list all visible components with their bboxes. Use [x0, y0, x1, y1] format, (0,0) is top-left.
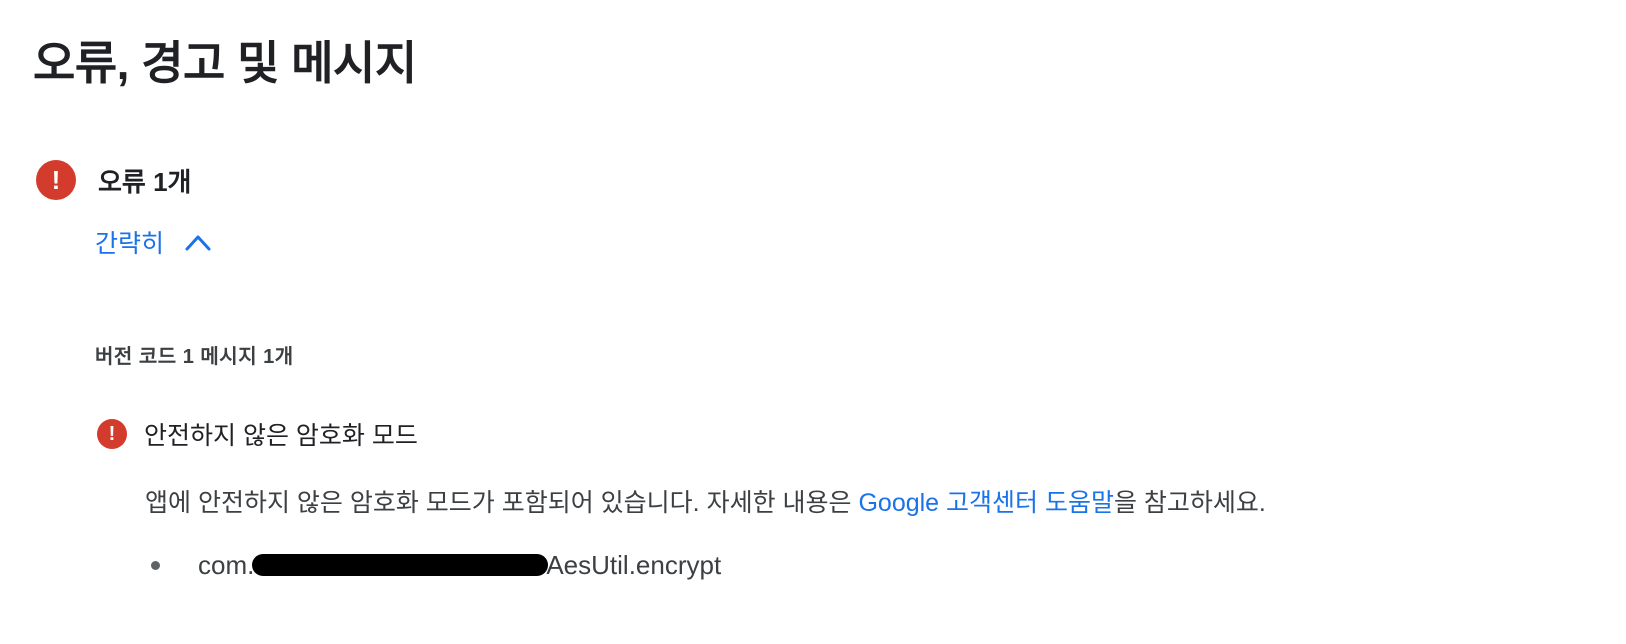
issue-title: 안전하지 않은 암호화 모드	[144, 422, 418, 450]
page-title: 오류, 경고 및 메시지	[33, 37, 417, 89]
issue-detail-list: com. AesUtil.encrypt	[145, 548, 721, 582]
version-code-heading: 버전 코드 1 메시지 1개	[95, 346, 294, 368]
bullet-icon	[151, 560, 160, 570]
error-exclamation-icon: !	[97, 419, 127, 449]
issue-description-prefix: 앱에 안전하지 않은 암호화 모드가 포함되어 있습니다. 자세한 내용은	[145, 489, 859, 517]
class-path-prefix: com.	[198, 549, 255, 580]
redaction-bar	[252, 554, 549, 576]
class-path-suffix: AesUtil.encrypt	[546, 549, 722, 580]
list-item: com. AesUtil.encrypt	[145, 548, 721, 582]
error-exclamation-icon: !	[36, 160, 76, 200]
collapse-toggle-button[interactable]: 간략히	[95, 226, 212, 258]
error-count-header: ! 오류 1개	[36, 160, 191, 200]
chevron-up-icon	[185, 235, 211, 251]
issue-header: ! 안전하지 않은 암호화 모드	[97, 418, 418, 450]
collapse-toggle-label: 간략히	[95, 230, 165, 258]
help-center-link[interactable]: Google 고객센터 도움말	[858, 489, 1114, 517]
issue-description: 앱에 안전하지 않은 암호화 모드가 포함되어 있습니다. 자세한 내용은 Go…	[145, 483, 1266, 519]
error-count-label: 오류 1개	[98, 166, 192, 197]
issue-description-suffix: 을 참고하세요.	[1113, 489, 1266, 517]
